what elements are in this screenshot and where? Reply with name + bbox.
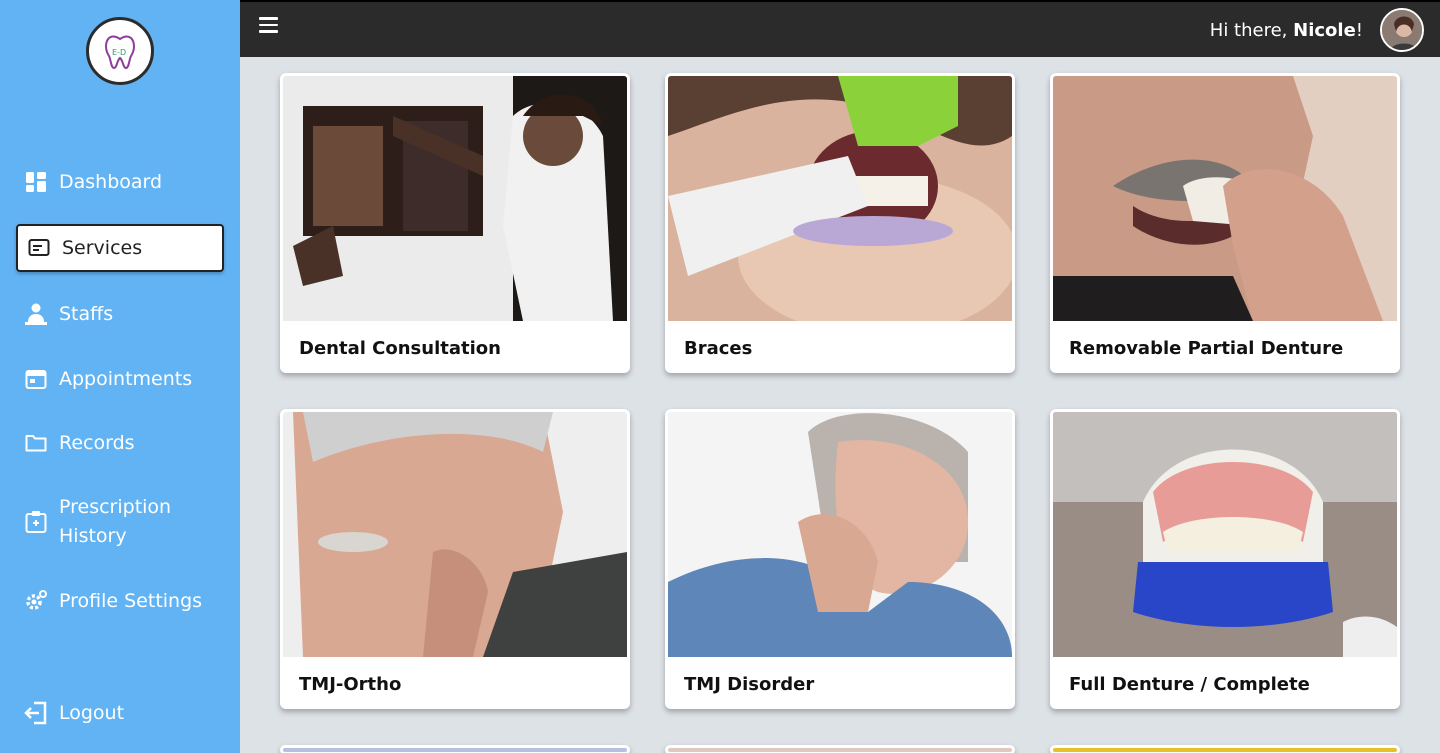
sidebar-item-label: Profile Settings (59, 590, 203, 612)
service-photo (668, 412, 1012, 657)
service-title: Removable Partial Denture (1069, 338, 1344, 359)
sidebar-item-prescription-history[interactable]: Prescription History (16, 492, 224, 552)
service-photo (1053, 412, 1397, 657)
sidebar-item-label: Staffs (59, 303, 114, 325)
service-card-removable-partial-denture[interactable]: Removable Partial Denture (1050, 73, 1400, 373)
logout-button[interactable]: Logout (16, 689, 224, 737)
services-icon (27, 236, 51, 260)
service-card-tmj-ortho[interactable]: TMJ-Ortho (280, 409, 630, 709)
service-card-partial[interactable] (280, 745, 630, 753)
sidebar-item-records[interactable]: Records (16, 419, 224, 467)
service-card-dental-consultation[interactable]: Dental Consultation (280, 73, 630, 373)
service-photo (668, 76, 1012, 321)
sidebar-item-label: Records (59, 432, 135, 454)
service-photo (283, 412, 627, 657)
service-photo (283, 76, 627, 321)
user-greeting: Hi there, Nicole! (1209, 20, 1363, 41)
sidebar-item-appointments[interactable]: Appointments (16, 355, 224, 403)
service-title: Braces (684, 338, 753, 359)
calendar-icon (24, 367, 48, 391)
service-title: Dental Consultation (299, 338, 501, 359)
sidebar-item-label: Logout (59, 702, 125, 724)
tooth-logo-icon[interactable]: E-D (86, 17, 154, 85)
service-photo (1053, 76, 1397, 321)
service-card-full-denture-complete[interactable]: Full Denture / Complete (1050, 409, 1400, 709)
service-card-partial[interactable] (1050, 745, 1400, 753)
sidebar: E-D Dashboard Services Staffs Appointmen… (0, 0, 240, 753)
sidebar-item-label: Services (62, 237, 143, 259)
user-name: Nicole (1293, 20, 1356, 41)
svg-text:E-D: E-D (112, 48, 126, 57)
sidebar-item-label: Dashboard (59, 171, 163, 193)
topbar: Hi there, Nicole! (240, 0, 1440, 57)
dashboard-icon (24, 170, 48, 194)
sidebar-item-label: Appointments (59, 368, 193, 390)
service-card-braces[interactable]: Braces (665, 73, 1015, 373)
service-card-tmj-disorder[interactable]: TMJ Disorder (665, 409, 1015, 709)
hamburger-menu-icon[interactable] (259, 17, 279, 35)
staff-icon (24, 302, 48, 326)
sidebar-item-dashboard[interactable]: Dashboard (16, 158, 224, 206)
folder-icon (24, 431, 48, 455)
service-title: TMJ-Ortho (299, 674, 402, 695)
logout-icon (24, 701, 48, 725)
service-title: Full Denture / Complete (1069, 674, 1310, 695)
sidebar-item-label: Prescription History (59, 496, 172, 547)
service-card-partial[interactable] (665, 745, 1015, 753)
prescription-icon (24, 510, 48, 534)
sidebar-item-profile-settings[interactable]: Profile Settings (16, 577, 224, 625)
gear-icon (24, 589, 48, 613)
service-title: TMJ Disorder (684, 674, 815, 695)
sidebar-item-staffs[interactable]: Staffs (16, 290, 224, 338)
sidebar-item-services[interactable]: Services (16, 224, 224, 272)
avatar[interactable] (1380, 8, 1424, 52)
